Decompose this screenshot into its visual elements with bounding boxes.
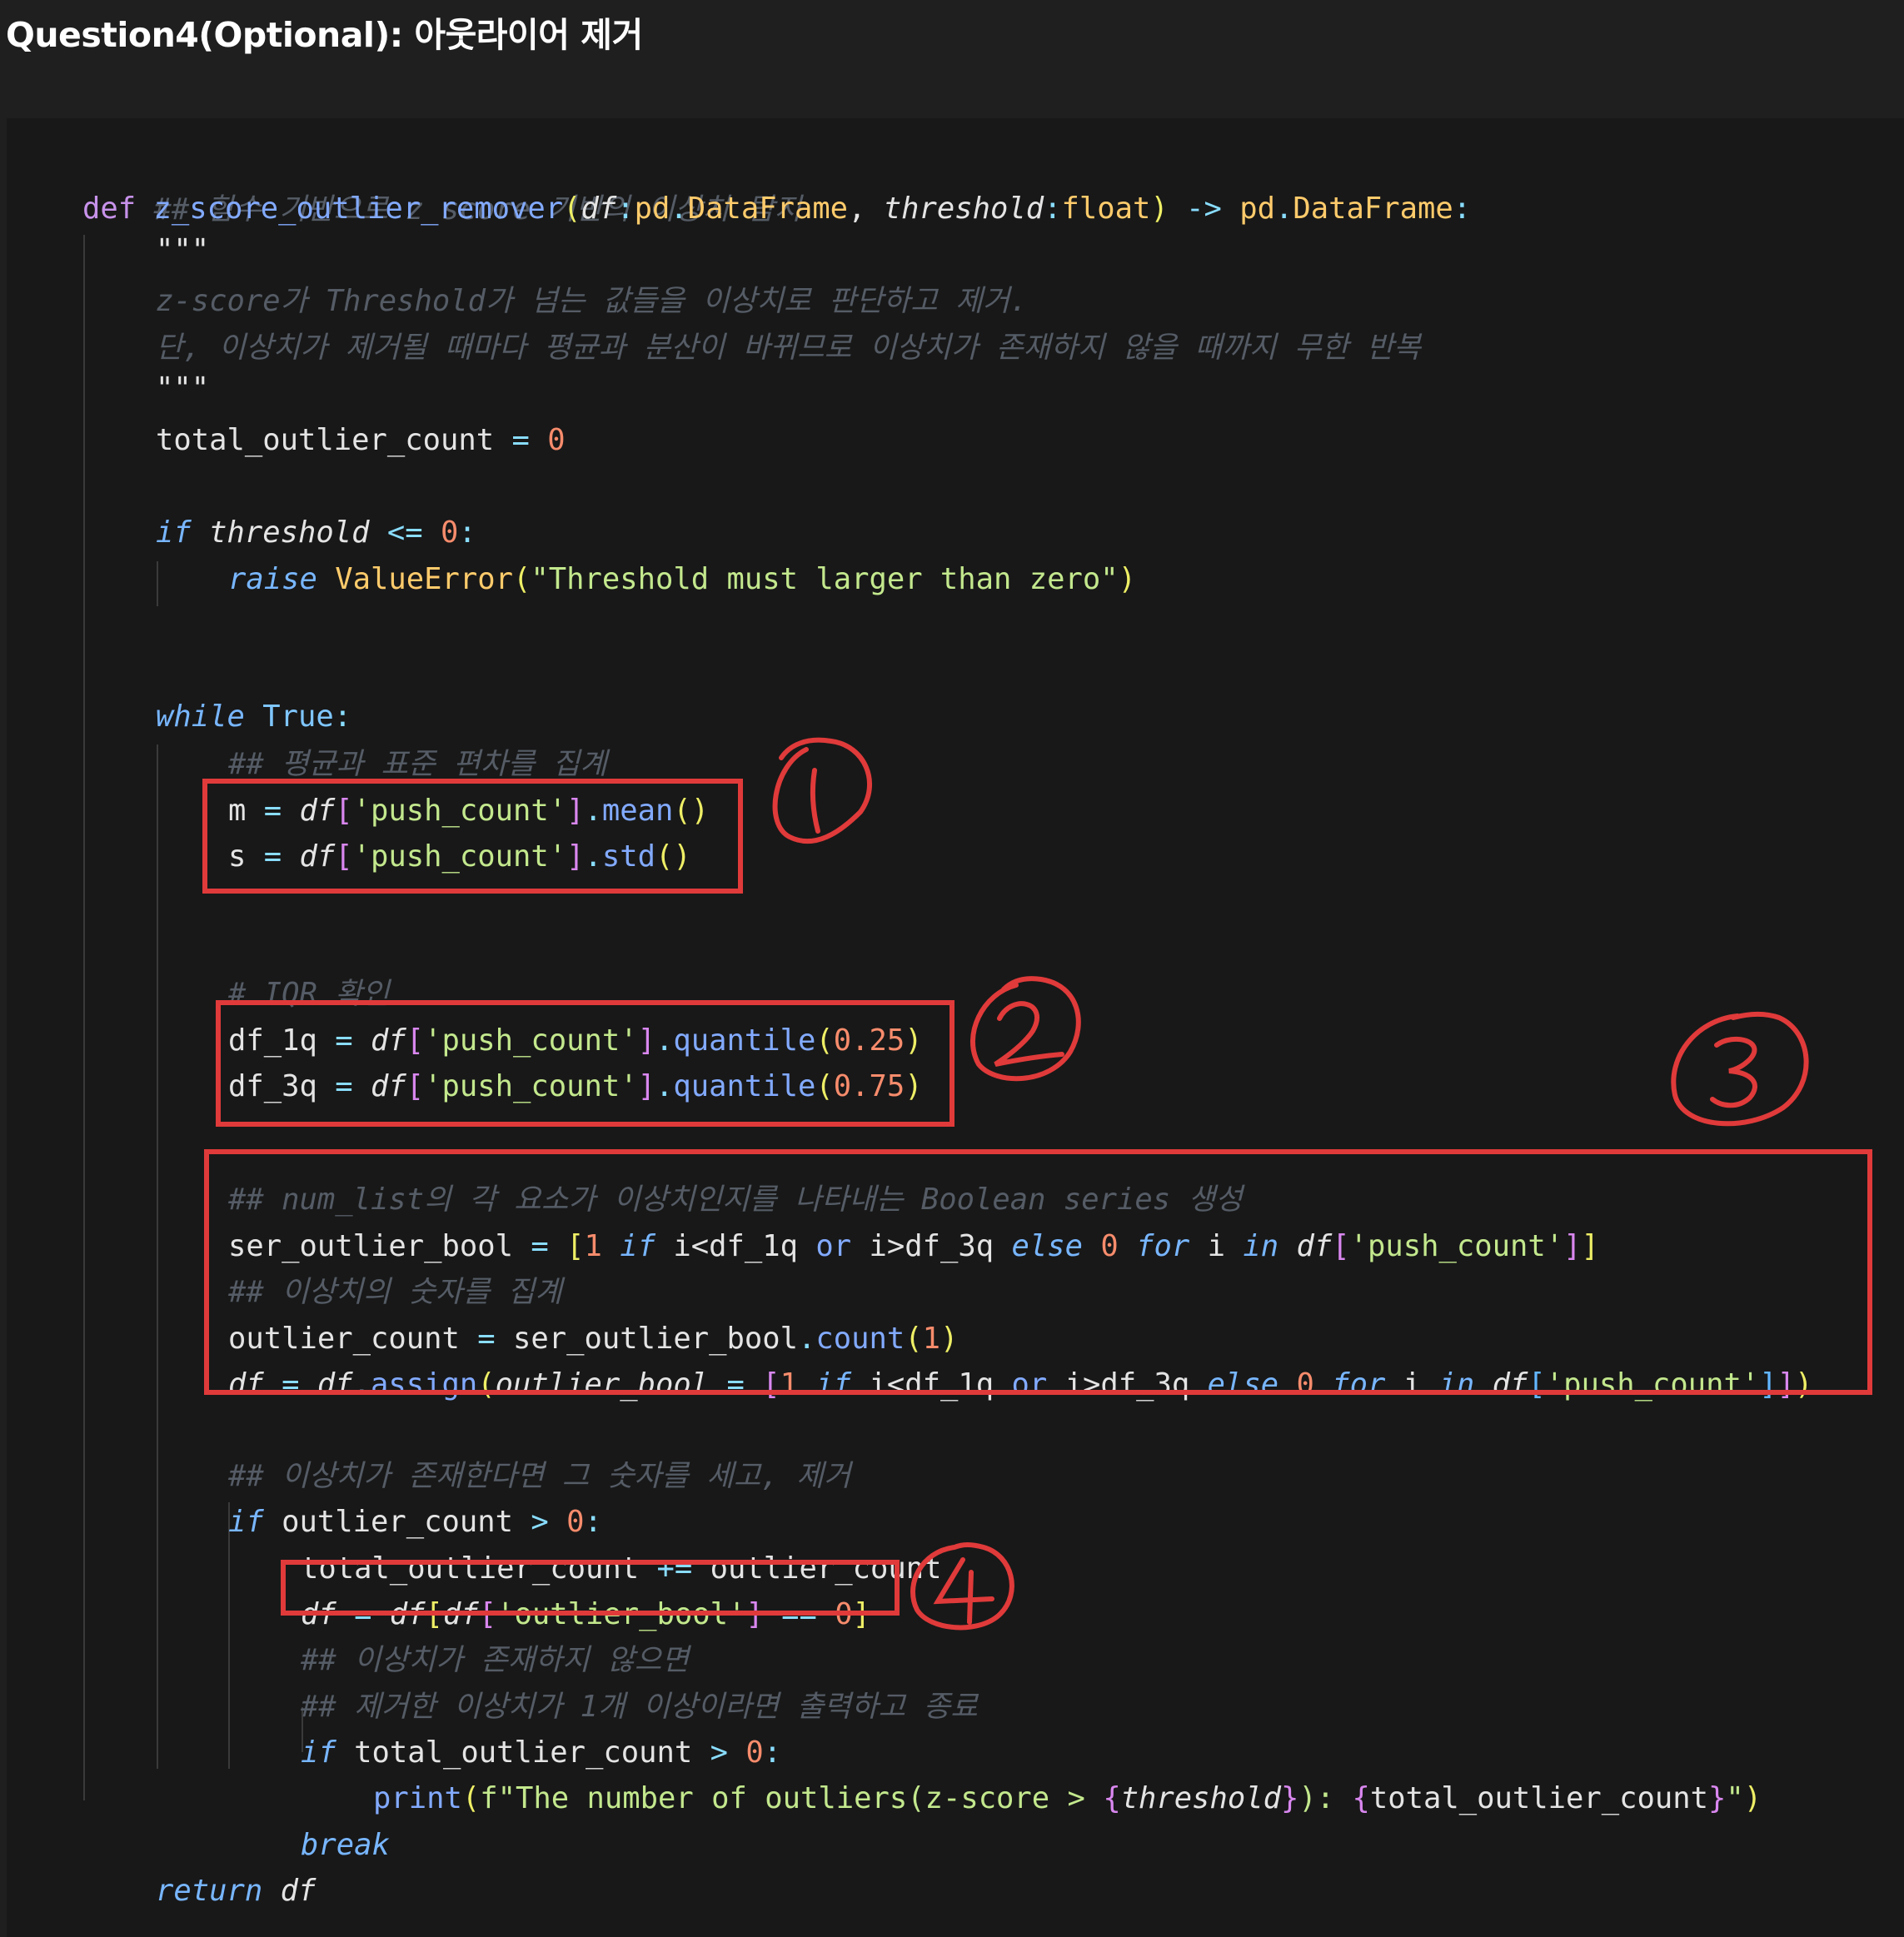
code-line: ## 함수 기반으로 z score 기반의 이상치 탐지: [153, 192, 802, 227]
annotation-box-1: [202, 779, 743, 894]
code-line: """: [156, 233, 210, 267]
indent-guide: [83, 235, 85, 1800]
code-line: if threshold <= 0:: [156, 515, 476, 550]
annotation-mark-4: [910, 1542, 1014, 1631]
annotation-mark-3: [1671, 1011, 1809, 1127]
code-line: 단, 이상치가 제거될 때마다 평균과 분산이 바뀌므로 이상치가 존재하지 않…: [156, 331, 1421, 365]
code-line: raise ValueError("Threshold must larger …: [228, 562, 1137, 596]
cell-title: Question4(Optional): 아웃라이어 제거: [6, 15, 643, 55]
code-line: print(f"The number of outliers(z-score >…: [373, 1781, 1762, 1815]
annotation-box-3: [204, 1149, 1872, 1395]
indent-guide: [157, 744, 158, 1769]
code-line: break: [301, 1828, 390, 1862]
code-line: ## 이상치가 존재하지 않으면: [301, 1643, 690, 1677]
code-line: ## 이상치가 존재한다면 그 숫자를 세고, 제거: [228, 1459, 851, 1493]
code-line: def z_score_outlier_remover(df:pd.DataFr…: [82, 192, 1472, 226]
code-line: ## 제거한 이상치가 1개 이상이라면 출력하고 종료: [301, 1690, 978, 1724]
code-line: z-score가 Threshold가 넘는 값들을 이상치로 판단하고 제거.: [156, 284, 1028, 318]
code-line: if total_outlier_count > 0:: [301, 1735, 782, 1770]
code-line: """: [156, 371, 210, 406]
annotation-mark-2: [969, 976, 1081, 1082]
indent-guide: [157, 561, 158, 606]
annotation-box-2: [216, 1000, 954, 1127]
code-line: return df: [156, 1874, 317, 1908]
code-line: if outlier_count > 0:: [228, 1505, 602, 1539]
code-line: total_outlier_count = 0: [156, 423, 566, 457]
code-line: while True:: [156, 700, 352, 734]
annotation-box-4: [281, 1560, 900, 1616]
annotation-mark-1: [772, 737, 872, 844]
